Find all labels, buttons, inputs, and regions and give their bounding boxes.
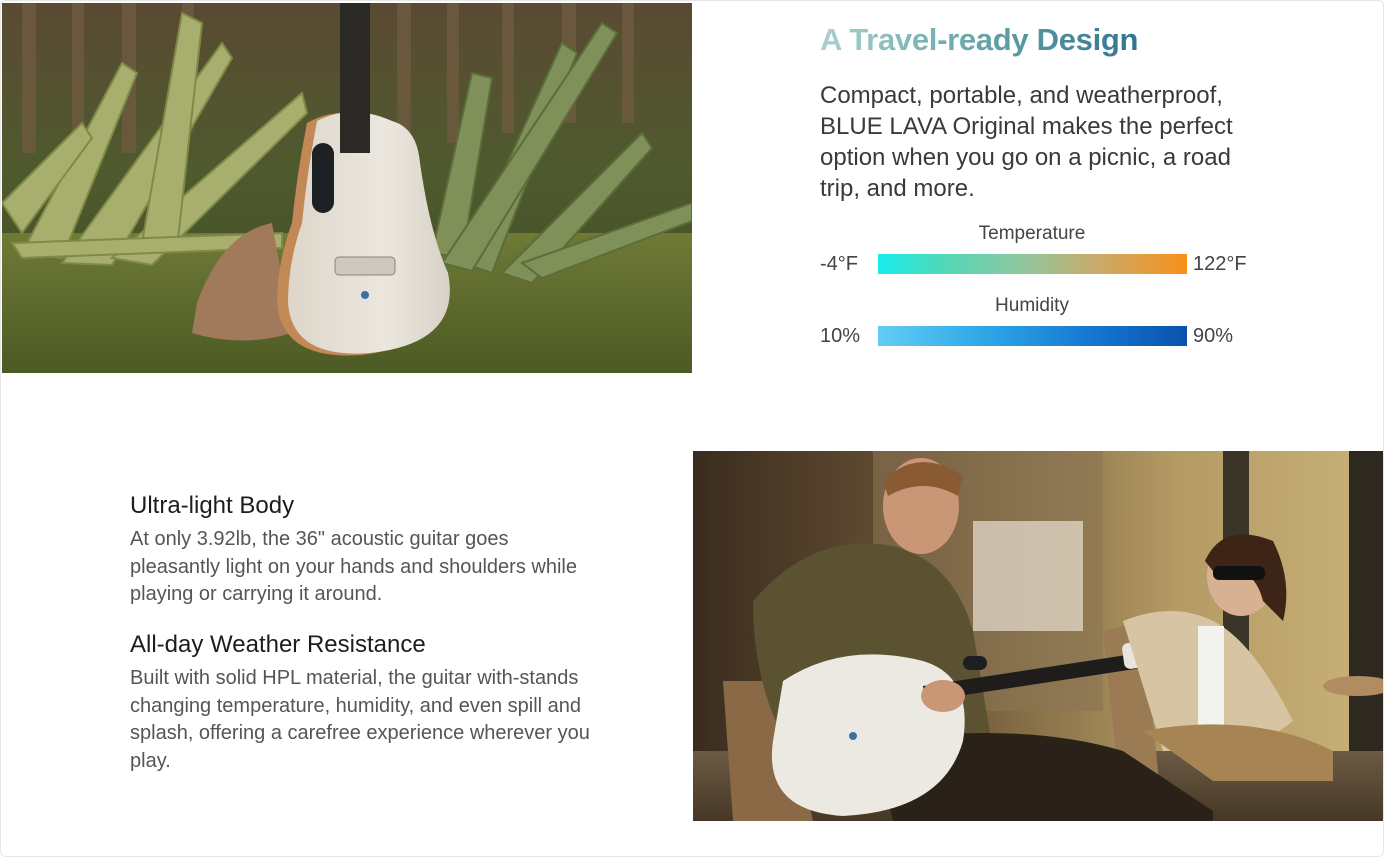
humidity-range: Humidity 10% 90% [820, 295, 1260, 347]
feature-title: All-day Weather Resistance [130, 631, 426, 658]
guitar-garden-photo [2, 3, 692, 373]
couple-playing-guitar-photo [693, 451, 1383, 821]
feature-title: Ultra-light Body [130, 492, 295, 519]
feature-ultra-light: Ultra-light Body At only 3.92lb, the 36"… [130, 492, 590, 609]
feature-description: Built with solid HPL material, the guita… [130, 667, 590, 772]
humidity-min: 10% [820, 324, 861, 347]
humidity-max: 90% [1193, 324, 1234, 347]
travel-section: A Travel-ready Design Compact, portable,… [820, 22, 1270, 204]
travel-title: A Travel-ready Design [820, 22, 1270, 58]
feature-description: At only 3.92lb, the 36" acoustic guitar … [130, 528, 577, 605]
travel-description: Compact, portable, and weatherproof, BLU… [820, 82, 1233, 202]
humidity-label: Humidity [995, 295, 1069, 316]
temperature-label: Temperature [978, 223, 1086, 244]
temperature-max: 122°F [1193, 252, 1247, 275]
temperature-gradient-bar [878, 254, 1187, 274]
temperature-range: Temperature -4°F 122°F [820, 223, 1260, 275]
temperature-min: -4°F [820, 252, 858, 275]
feature-weather-resistance: All-day Weather Resistance Built with so… [130, 631, 590, 775]
humidity-gradient-bar [878, 326, 1187, 346]
